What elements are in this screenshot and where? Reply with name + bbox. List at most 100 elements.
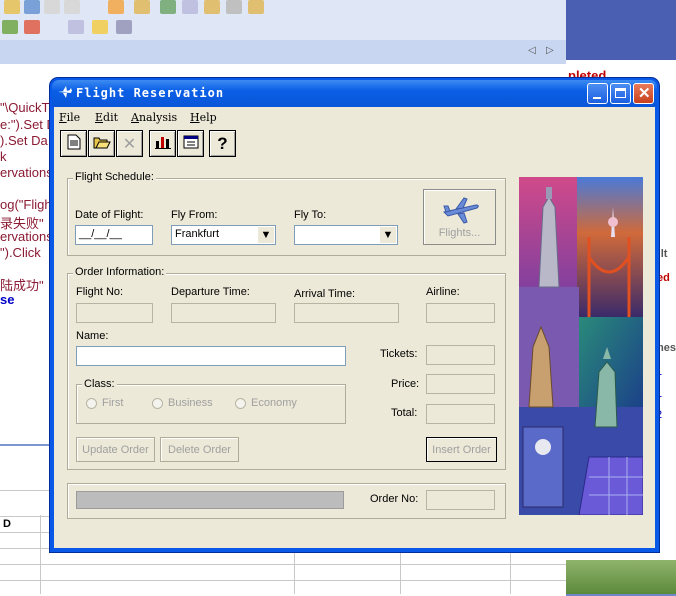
toolbar-icon[interactable] xyxy=(44,0,60,14)
chevron-down-icon[interactable]: ▼ xyxy=(258,227,274,243)
close-icon: ✕ xyxy=(638,85,651,102)
menu-label-rest: elp xyxy=(199,111,217,124)
new-order-button[interactable] xyxy=(60,130,87,157)
toolbar-icon[interactable] xyxy=(4,0,20,14)
toolbar-icon[interactable] xyxy=(64,0,80,14)
arrival-time-label: Arrival Time: xyxy=(294,288,356,300)
departure-time-field[interactable] xyxy=(171,303,276,323)
fly-to-select[interactable]: ▼ xyxy=(294,225,398,245)
radio-label: Business xyxy=(168,397,213,409)
button-label: Insert Order xyxy=(432,443,491,456)
flight-no-field[interactable] xyxy=(76,303,153,323)
grid-column-header: D xyxy=(3,518,11,530)
toolbar-icon[interactable] xyxy=(92,20,108,34)
help-button[interactable]: ? xyxy=(209,130,236,157)
minimize-button[interactable] xyxy=(587,83,608,104)
help-question-icon: ? xyxy=(217,133,228,153)
travel-collage-image xyxy=(519,177,643,515)
toolbar-icon[interactable] xyxy=(24,20,40,34)
radio-label: Economy xyxy=(251,397,297,409)
code-line: ervations xyxy=(0,229,53,244)
toolbar-icon[interactable] xyxy=(204,0,220,14)
flight-no-label: Flight No: xyxy=(76,286,124,298)
toolbar-icon[interactable] xyxy=(24,0,40,14)
date-of-flight-input[interactable]: __/__/__ xyxy=(75,225,153,245)
menu-label-rest: nalysis xyxy=(138,111,178,124)
graphs-button[interactable] xyxy=(149,130,176,157)
toolbar-icon[interactable] xyxy=(248,0,264,14)
fly-to-label: Fly To: xyxy=(294,209,327,221)
insert-order-button[interactable]: Insert Order xyxy=(426,437,497,462)
flights-button[interactable]: Flights... xyxy=(423,189,496,245)
menu-mnemonic: A xyxy=(131,111,139,124)
open-folder-icon xyxy=(93,135,111,152)
toolbar-icon[interactable] xyxy=(226,0,242,14)
fax-order-button[interactable] xyxy=(177,130,204,157)
total-field[interactable] xyxy=(426,404,495,424)
order-no-label: Order No: xyxy=(370,493,419,505)
delete-order-tool[interactable]: ✕ xyxy=(116,130,143,157)
fly-from-label: Fly From: xyxy=(171,209,218,221)
new-document-icon xyxy=(67,134,81,153)
toolbar-icon[interactable] xyxy=(134,0,150,14)
order-information-title: Order Information: xyxy=(73,266,167,278)
code-line: "\QuickT xyxy=(0,100,50,115)
scroll-left-icon[interactable]: ◁ xyxy=(528,45,536,56)
calendar-icon xyxy=(183,135,199,152)
airplane-icon xyxy=(442,196,480,227)
toolbar-icon[interactable] xyxy=(68,20,84,34)
code-line: k xyxy=(0,149,7,164)
code-line: ).Set Da xyxy=(0,133,48,148)
update-order-button[interactable]: Update Order xyxy=(76,437,155,462)
toolbar-icon[interactable] xyxy=(116,20,132,34)
radio-circle xyxy=(152,397,163,409)
bar-chart-icon xyxy=(154,135,171,152)
background-panel-header: ◁ ▷ xyxy=(0,40,566,65)
code-line: ervations xyxy=(0,165,53,180)
menu-file[interactable]: File xyxy=(59,111,80,124)
menu-help[interactable]: Help xyxy=(190,111,217,124)
radio-label: First xyxy=(102,397,124,409)
airplane-icon xyxy=(57,85,73,99)
menu-analysis[interactable]: Analysis xyxy=(131,111,177,124)
fly-from-select[interactable]: Frankfurt ▼ xyxy=(171,225,276,245)
chevron-down-icon[interactable]: ▼ xyxy=(380,227,396,243)
button-label: Delete Order xyxy=(168,443,231,456)
name-input[interactable] xyxy=(76,346,346,366)
code-line: e:").Set D xyxy=(0,117,56,132)
name-label: Name: xyxy=(76,330,109,342)
tickets-label: Tickets: xyxy=(380,348,418,360)
toolbar-icon[interactable] xyxy=(2,20,18,34)
toolbar-icon[interactable] xyxy=(160,0,176,14)
delete-order-button[interactable]: Delete Order xyxy=(160,437,239,462)
radio-circle xyxy=(86,397,97,409)
class-title: Class: xyxy=(82,378,117,390)
airline-field[interactable] xyxy=(426,303,495,323)
close-button[interactable]: ✕ xyxy=(633,83,654,104)
menu-mnemonic: F xyxy=(59,111,67,124)
radio-circle xyxy=(235,397,246,409)
window-title: Flight Reservation xyxy=(76,86,225,100)
arrival-time-field[interactable] xyxy=(294,303,399,323)
tickets-field[interactable] xyxy=(426,345,495,365)
class-business-radio[interactable]: Business xyxy=(152,397,213,409)
class-first-radio[interactable]: First xyxy=(86,397,123,409)
price-field[interactable] xyxy=(426,374,495,394)
code-line: og("Fligh xyxy=(0,197,52,212)
fly-from-value: Frankfurt xyxy=(175,228,220,240)
class-economy-radio[interactable]: Economy xyxy=(235,397,297,409)
menu-edit[interactable]: Edit xyxy=(95,111,118,124)
background-landscape xyxy=(566,560,676,594)
toolbar-icon[interactable] xyxy=(108,0,124,14)
flights-button-label: Flights... xyxy=(438,227,481,239)
scroll-right-icon[interactable]: ▷ xyxy=(546,45,554,56)
menu-mnemonic: E xyxy=(95,111,104,124)
code-line: se xyxy=(0,292,15,307)
menu-label-rest: ile xyxy=(66,111,81,124)
order-no-field[interactable] xyxy=(426,490,495,510)
background-toolbar xyxy=(0,0,566,41)
maximize-button[interactable] xyxy=(610,83,631,104)
button-label: Update Order xyxy=(82,443,149,456)
open-order-button[interactable] xyxy=(88,130,115,157)
toolbar-icon[interactable] xyxy=(182,0,198,14)
